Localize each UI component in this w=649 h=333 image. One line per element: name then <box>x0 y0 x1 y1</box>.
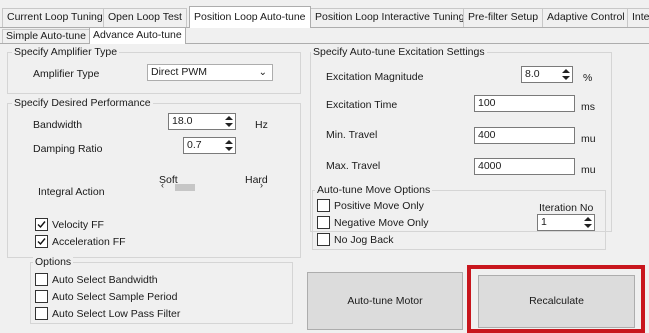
move-options-group-title: Auto-tune Move Options <box>315 184 433 196</box>
negative-move-only-checkbox[interactable] <box>317 216 330 229</box>
velocity-ff-label: Velocity FF <box>52 219 104 231</box>
spin-arrows-icon[interactable] <box>225 115 233 128</box>
auto-select-bandwidth-label: Auto Select Bandwidth <box>52 274 158 286</box>
max-travel-label: Max. Travel <box>326 160 381 172</box>
amplifier-group-title: Specify Amplifier Type <box>12 46 120 58</box>
auto-tune-motor-button[interactable]: Auto-tune Motor <box>307 272 463 330</box>
tab-position-loop-interactive-tuning[interactable]: Position Loop Interactive Tuning <box>310 8 470 27</box>
auto-select-low-pass-filter-label: Auto Select Low Pass Filter <box>52 308 181 320</box>
checkmark-icon <box>37 221 46 229</box>
excitation-time-unit: ms <box>581 101 595 113</box>
auto-select-bandwidth-checkbox[interactable] <box>35 273 48 286</box>
min-travel-label: Min. Travel <box>326 129 378 141</box>
integral-action-label: Integral Action <box>38 186 105 198</box>
options-group-title: Options <box>33 256 74 268</box>
auto-select-sample-period-label: Auto Select Sample Period <box>52 291 178 303</box>
subtab-advance-auto-tune[interactable]: Advance Auto-tune <box>89 27 186 44</box>
bandwidth-value: 18.0 <box>172 115 193 127</box>
acceleration-ff-label: Acceleration FF <box>52 236 126 248</box>
checkmark-icon <box>37 238 46 246</box>
spin-arrows-icon[interactable] <box>225 139 233 152</box>
excitation-time-label: Excitation Time <box>326 99 398 111</box>
chevron-down-icon: ⌄ <box>258 67 267 78</box>
no-jog-back-checkbox[interactable] <box>317 233 330 246</box>
bandwidth-spinbox[interactable]: 18.0 <box>168 113 236 130</box>
recalculate-highlight-box <box>467 265 645 333</box>
tab-position-loop-auto-tune[interactable]: Position Loop Auto-tune <box>189 6 311 28</box>
excitation-magnitude-value: 8.0 <box>525 68 540 80</box>
tab-pre-filter-setup[interactable]: Pre-filter Setup <box>463 8 544 27</box>
damping-ratio-value: 0.7 <box>187 139 202 151</box>
scroll-right-arrow-icon[interactable]: › <box>260 180 263 190</box>
no-jog-back-label: No Jog Back <box>334 234 394 246</box>
amplifier-type-value: Direct PWM <box>151 66 207 78</box>
excitation-magnitude-unit: % <box>583 72 593 84</box>
performance-group-title: Specify Desired Performance <box>12 97 153 109</box>
negative-move-only-label: Negative Move Only <box>334 217 429 229</box>
acceleration-ff-checkbox[interactable] <box>35 235 48 248</box>
tab-adaptive-control[interactable]: Adaptive Control <box>542 8 630 27</box>
positive-move-only-checkbox[interactable] <box>317 199 330 212</box>
damping-ratio-label: Damping Ratio <box>33 143 103 155</box>
max-travel-unit: mu <box>581 164 596 176</box>
tab-current-loop-tuning[interactable]: Current Loop Tuning <box>2 8 108 27</box>
velocity-ff-checkbox[interactable] <box>35 218 48 231</box>
iteration-no-spinbox[interactable]: 1 <box>537 214 595 231</box>
min-travel-unit: mu <box>581 133 596 145</box>
integral-action-thumb[interactable] <box>174 184 195 191</box>
positive-move-only-label: Positive Move Only <box>334 200 424 212</box>
damping-ratio-spinbox[interactable]: 0.7 <box>183 137 236 154</box>
bandwidth-label: Bandwidth <box>33 119 83 131</box>
bandwidth-unit: Hz <box>255 119 268 131</box>
tab-inte[interactable]: Inte <box>627 8 649 27</box>
amplifier-type-label: Amplifier Type <box>33 68 100 80</box>
iteration-no-label: Iteration No <box>539 202 594 214</box>
max-travel-input[interactable]: 4000 <box>474 158 575 175</box>
subtab-simple-auto-tune[interactable]: Simple Auto-tune <box>2 29 90 44</box>
min-travel-input[interactable]: 400 <box>474 127 575 144</box>
integral-action-scrollbar[interactable]: ‹ › <box>158 180 266 193</box>
auto-select-low-pass-filter-checkbox[interactable] <box>35 307 48 320</box>
spin-arrows-icon[interactable] <box>584 216 592 229</box>
iteration-no-value: 1 <box>541 216 547 228</box>
amplifier-type-select[interactable]: Direct PWM ⌄ <box>147 64 273 81</box>
excitation-magnitude-spinbox[interactable]: 8.0 <box>521 66 573 83</box>
excitation-group-title: Specify Auto-tune Excitation Settings <box>311 46 487 58</box>
main-tabbar: Current Loop Tuning Open Loop Test Posit… <box>0 0 649 30</box>
tab-open-loop-test[interactable]: Open Loop Test <box>103 8 187 27</box>
scroll-left-arrow-icon[interactable]: ‹ <box>161 180 164 190</box>
spin-arrows-icon[interactable] <box>562 68 570 81</box>
excitation-time-input[interactable]: 100 <box>474 95 575 112</box>
auto-select-sample-period-checkbox[interactable] <box>35 290 48 303</box>
excitation-magnitude-label: Excitation Magnitude <box>326 71 424 83</box>
